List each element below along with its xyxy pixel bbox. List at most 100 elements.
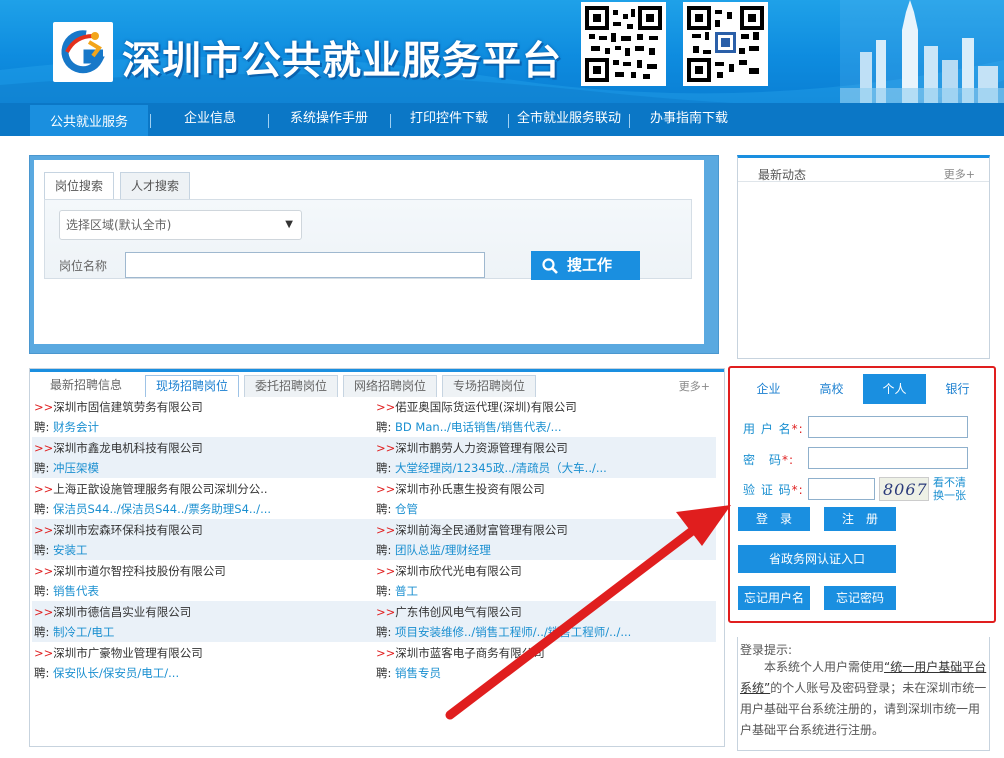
captcha-refresh-link[interactable]: 看不清 换一张 — [933, 476, 966, 502]
job-position-link[interactable]: 财务会计 — [53, 420, 99, 434]
job-company-link[interactable]: >>深圳市固信建筑劳务有限公司 — [34, 399, 203, 415]
job-listing-item: >>偌亚奥国际货运代理(深圳)有限公司 聘: BD Man../电话销售/销售代表… — [374, 396, 716, 437]
job-company-link[interactable]: >>深圳市宏森环保科技有限公司 — [34, 522, 203, 538]
chevron-down-icon: ▼ — [285, 219, 293, 230]
login-tab-bank[interactable]: 银行 — [926, 374, 989, 404]
login-tab-enterprise[interactable]: 企业 — [737, 374, 800, 404]
job-company-link[interactable]: >>深圳市广豪物业管理有限公司 — [34, 645, 203, 661]
job-company-link[interactable]: >>偌亚奥国际货运代理(深圳)有限公司 — [376, 399, 577, 415]
username-label: 用 户 名*: — [743, 422, 804, 436]
area-select-value: 选择区域(默认全市) — [66, 218, 172, 232]
keyword-label: 岗位名称 — [59, 259, 108, 273]
job-company-link[interactable]: >>深圳市德信昌实业有限公司 — [34, 604, 191, 620]
job-position-link[interactable]: 销售代表 — [53, 584, 99, 598]
job-company-link[interactable]: >>深圳市鑫龙电机科技有限公司 — [34, 440, 203, 456]
forgot-password-button[interactable]: 忘记密码 — [824, 586, 896, 610]
login-button[interactable]: 登 录 — [738, 507, 810, 531]
nav-item-guide-download[interactable]: 办事指南下载 — [640, 103, 738, 136]
jobs-top-border — [30, 369, 724, 372]
nav-item-public-employment[interactable]: 公共就业服务 — [30, 105, 148, 138]
qr-code-app — [683, 2, 768, 86]
job-company-link[interactable]: >>深圳市蓝客电子商务有限公司 — [376, 645, 545, 661]
job-position-link[interactable]: 仓管 — [395, 502, 418, 516]
job-company-link[interactable]: >>广东伟创风电气有限公司 — [376, 604, 522, 620]
job-position-link[interactable]: 普工 — [395, 584, 418, 598]
job-search-panel: 岗位搜索 人才搜索 选择区域(默认全市) ▼ 岗位名称 搜工作 — [29, 155, 719, 354]
job-listing-item: >>深圳市道尔智控科技股份有限公司 聘: 销售代表 — [32, 560, 374, 601]
tab-latest-recruitment[interactable]: 最新招聘信息 — [40, 375, 132, 397]
qr-code-wechat — [581, 2, 666, 86]
job-positions: 聘: 安装工 — [34, 543, 88, 557]
job-position-link[interactable]: 大堂经理岗/12345政../清疏员（大车../... — [395, 461, 607, 475]
job-positions: 聘: 仓管 — [376, 502, 419, 516]
forgot-username-button[interactable]: 忘记用户名 — [738, 586, 810, 610]
job-company-link[interactable]: >>深圳市鹏劳人力资源管理有限公司 — [376, 440, 568, 456]
keyword-input[interactable] — [125, 252, 485, 278]
job-position-link[interactable]: BD Man../电话销售/销售代表/... — [395, 420, 562, 434]
nav-separator — [150, 114, 151, 128]
job-positions: 聘: 普工 — [376, 584, 419, 598]
job-position-link[interactable]: 安装工 — [53, 543, 88, 557]
tab-job-search[interactable]: 岗位搜索 — [44, 172, 115, 200]
login-tab-university[interactable]: 高校 — [800, 374, 863, 404]
job-listing-item: >>深圳市固信建筑劳务有限公司 聘: 财务会计 — [32, 396, 374, 437]
captcha-image[interactable]: 8067 — [879, 477, 929, 501]
tab-online-recruitment[interactable]: 网络招聘岗位 — [343, 375, 438, 397]
password-input[interactable] — [808, 447, 968, 469]
search-job-button[interactable]: 搜工作 — [531, 251, 640, 280]
job-positions: 聘: 保安队长/保安员/电工/... — [34, 666, 180, 680]
job-positions: 聘: 项目安装维修../销售工程师/../销售工程师/../... — [376, 625, 632, 639]
job-listing-item: >>深圳市广豪物业管理有限公司 聘: 保安队长/保安员/电工/... — [32, 642, 374, 683]
logo-icon — [61, 30, 105, 74]
nav-item-citywide-linkage[interactable]: 全市就业服务联动 — [511, 103, 627, 136]
login-tab-personal[interactable]: 个人 — [863, 374, 926, 404]
job-position-link[interactable]: 保安队长/保安员/电工/... — [53, 666, 179, 680]
site-logo[interactable] — [53, 22, 113, 82]
job-positions: 聘: 制冷工/电工 — [34, 625, 115, 639]
area-select[interactable]: 选择区域(默认全市) ▼ — [59, 210, 302, 240]
job-positions: 聘: 销售专员 — [376, 666, 442, 680]
nav-separator — [268, 114, 269, 128]
job-position-link[interactable]: 保洁员S44../保洁员S44../票务助理S4../... — [53, 502, 271, 516]
nav-item-enterprise-info[interactable]: 企业信息 — [170, 103, 250, 136]
site-title: 深圳市公共就业服务平台 — [122, 38, 563, 84]
job-listing-item: >>深圳市欣代光电有限公司 聘: 普工 — [374, 560, 716, 601]
nav-item-manual[interactable]: 系统操作手册 — [280, 103, 378, 136]
username-input[interactable] — [808, 416, 968, 438]
city-skyline-image — [840, 0, 1004, 103]
search-form: 选择区域(默认全市) ▼ 岗位名称 搜工作 — [44, 199, 692, 280]
qr-code-icon — [585, 6, 662, 82]
site-header: 深圳市公共就业服务平台 — [0, 0, 1004, 103]
register-button[interactable]: 注 册 — [824, 507, 896, 531]
search-icon — [542, 258, 558, 274]
job-position-link[interactable]: 制冷工/电工 — [53, 625, 114, 639]
captcha-input[interactable] — [808, 478, 875, 500]
nav-separator — [390, 114, 391, 128]
job-company-link[interactable]: >>深圳市孙氏惠生投资有限公司 — [376, 481, 545, 497]
job-company-link[interactable]: >>深圳市道尔智控科技股份有限公司 — [34, 563, 226, 579]
tab-commissioned-recruitment[interactable]: 委托招聘岗位 — [244, 375, 339, 397]
latest-news-more-link[interactable]: 更多+ — [944, 166, 975, 182]
job-position-link[interactable]: 团队总监/理财经理 — [395, 543, 491, 557]
job-company-link[interactable]: >>深圳前海全民通财富管理有限公司 — [376, 522, 568, 538]
job-positions: 聘: 冲压架模 — [34, 461, 100, 475]
gov-auth-login-button[interactable]: 省政务网认证入口 — [738, 545, 896, 573]
job-listing-item: >>深圳市鑫龙电机科技有限公司 聘: 冲压架模 — [32, 437, 374, 478]
job-position-link[interactable]: 项目安装维修../销售工程师/../销售工程师/../... — [395, 625, 631, 639]
jobs-more-link[interactable]: 更多+ — [679, 378, 710, 394]
nav-item-print-control-download[interactable]: 打印控件下载 — [400, 103, 498, 136]
tab-talent-search[interactable]: 人才搜索 — [120, 172, 191, 199]
job-listing-item: >>深圳市宏森环保科技有限公司 聘: 安装工 — [32, 519, 374, 560]
tab-special-recruitment[interactable]: 专场招聘岗位 — [442, 375, 537, 397]
latest-news-panel: 最新动态 更多+ — [737, 155, 990, 359]
login-tips-title: 登录提示: — [740, 643, 793, 657]
login-panel: 企业 高校 个人 银行 用 户 名*: 密 码*: 验 证 码*: 8067 看… — [728, 366, 996, 623]
main-nav: 公共就业服务 企业信息 系统操作手册 打印控件下载 全市就业服务联动 办事指南下… — [0, 103, 1004, 138]
tab-onsite-recruitment[interactable]: 现场招聘岗位 — [145, 375, 240, 397]
job-position-link[interactable]: 冲压架模 — [53, 461, 99, 475]
job-listings-panel: 最新招聘信息 现场招聘岗位 委托招聘岗位 网络招聘岗位 专场招聘岗位 更多+ >… — [29, 368, 725, 747]
job-position-link[interactable]: 销售专员 — [395, 666, 441, 680]
job-company-link[interactable]: >>上海正歆设施管理服务有限公司深圳分公.. — [34, 481, 268, 497]
job-listing-item: >>上海正歆设施管理服务有限公司深圳分公.. 聘: 保洁员S44../保洁员S44… — [32, 478, 374, 519]
job-company-link[interactable]: >>深圳市欣代光电有限公司 — [376, 563, 522, 579]
